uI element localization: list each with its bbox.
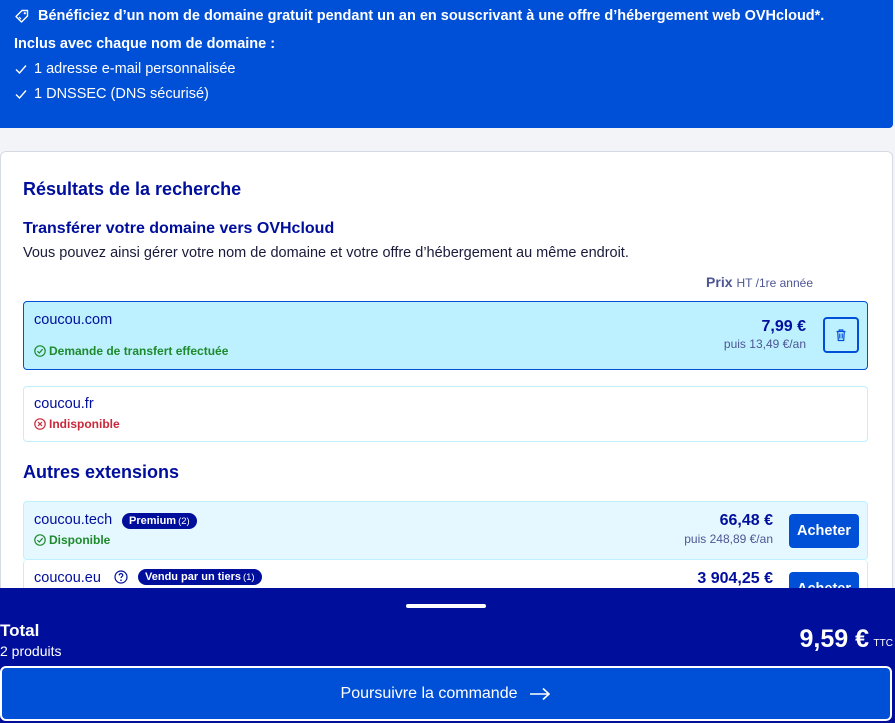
domain-row-coucou-tech[interactable]: coucou.tech Premium (2) Disponible 66,48 … xyxy=(23,501,868,560)
domain-status-text: Indisponible xyxy=(49,417,120,431)
check-icon xyxy=(14,62,28,76)
domain-name: coucou.eu xyxy=(34,570,101,586)
cross-circle-icon xyxy=(34,418,46,430)
domain-status: Disponible xyxy=(34,533,110,547)
domain-status: Indisponible xyxy=(34,417,120,431)
domain-price: 66,48 € xyxy=(719,512,773,529)
badge-label: Premium xyxy=(129,515,177,527)
domain-status-text: Demande de transfert effectuée xyxy=(49,344,229,358)
price-header-label: Prix xyxy=(706,274,733,290)
domain-name: coucou.com xyxy=(34,312,113,328)
order-summary-footer: Total 2 produits 9,59 € TTC Poursuivre l… xyxy=(0,588,895,723)
promo-item-text: 1 DNSSEC (DNS sécurisé) xyxy=(34,86,209,102)
domain-status: Demande de transfert effectuée xyxy=(34,344,228,358)
badge-label: Vendu par un tiers xyxy=(145,571,241,583)
remove-button[interactable] xyxy=(823,317,859,353)
domain-renewal-price: puis 13,49 €/an xyxy=(723,337,806,351)
product-count: 2 produits xyxy=(0,643,62,659)
check-icon xyxy=(14,87,28,101)
domain-status-text: Disponible xyxy=(49,533,111,547)
buy-button[interactable]: Acheter xyxy=(789,514,859,548)
promo-item-text: 1 adresse e-mail personnalisée xyxy=(34,61,236,77)
domain-row-coucou-com[interactable]: coucou.com Demande de transfert effectué… xyxy=(23,301,868,370)
domain-price: 3 904,25 € xyxy=(697,570,773,587)
other-extensions-title: Autres extensions xyxy=(23,462,180,482)
promo-item: 1 adresse e-mail personnalisée xyxy=(14,61,879,77)
badge-count: (2) xyxy=(178,516,190,527)
results-card: Résultats de la recherche Transférer vot… xyxy=(0,151,893,620)
results-title: Résultats de la recherche xyxy=(23,179,242,199)
domain-price: 7,99 € xyxy=(761,318,806,335)
check-circle-icon xyxy=(34,345,46,357)
continue-order-button[interactable]: Poursuivre la commande xyxy=(0,666,892,721)
continue-order-label: Poursuivre la commande xyxy=(340,684,518,702)
transfer-title: Transférer votre domaine vers OVHcloud xyxy=(23,220,335,237)
promo-headline-text: Bénéficiez d’un nom de domaine gratuit p… xyxy=(38,8,825,24)
drawer-handle[interactable] xyxy=(406,604,486,608)
badge-count: (1) xyxy=(242,572,255,583)
domain-renewal-price: puis 248,89 €/an xyxy=(684,532,773,546)
help-icon[interactable] xyxy=(114,570,128,584)
tag-icon xyxy=(14,8,30,24)
total-amount: 9,59 € xyxy=(799,625,869,653)
check-circle-icon xyxy=(34,534,46,546)
arrow-right-icon xyxy=(529,687,551,701)
transfer-description: Vous pouvez ainsi gérer votre nom de dom… xyxy=(23,245,629,261)
price-header: Prix HT /1re année xyxy=(706,274,813,290)
premium-badge: Premium (2) xyxy=(122,513,197,529)
domain-row-coucou-fr: coucou.fr Indisponible xyxy=(23,386,868,442)
promo-banner: Bénéficiez d’un nom de domaine gratuit p… xyxy=(0,0,893,128)
third-party-badge: Vendu par un tiers (1) xyxy=(138,569,262,585)
promo-item: 1 DNSSEC (DNS sécurisé) xyxy=(14,86,879,102)
promo-included-title: Inclus avec chaque nom de domaine : xyxy=(14,36,276,52)
domain-name: coucou.fr xyxy=(34,396,94,412)
trash-icon xyxy=(836,329,846,342)
tax-label: TTC xyxy=(873,638,893,649)
total-label: Total xyxy=(0,621,40,640)
domain-name: coucou.tech xyxy=(34,512,113,528)
promo-headline: Bénéficiez d’un nom de domaine gratuit p… xyxy=(14,6,879,26)
price-header-unit: HT /1re année xyxy=(736,276,814,290)
